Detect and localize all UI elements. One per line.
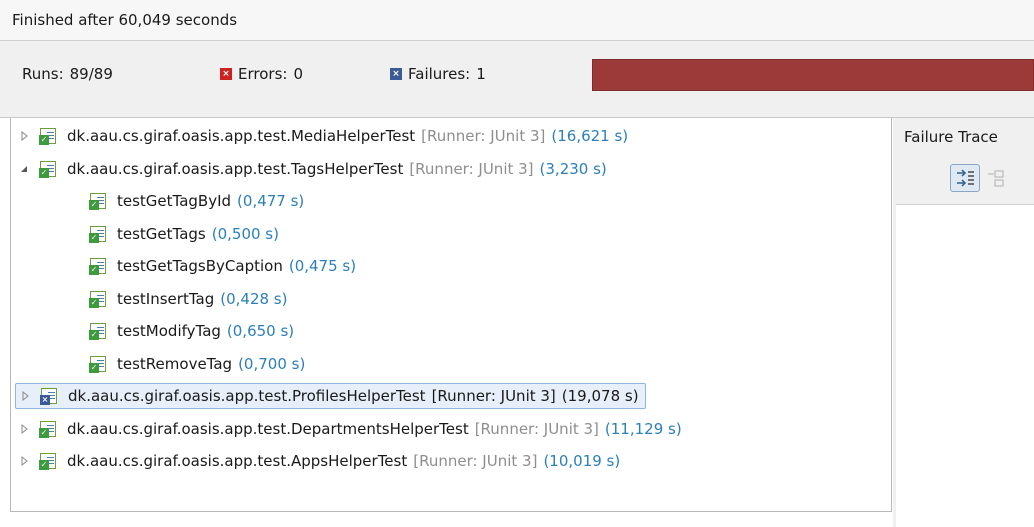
test-case-icon: ✓: [89, 225, 107, 243]
error-icon: ×: [220, 68, 232, 80]
duration-label: (0,428 s): [220, 289, 288, 308]
test-case-row[interactable]: ✓ testModifyTag (0,650 s): [89, 318, 294, 344]
test-case-row[interactable]: ✓ testGetTagById (0,477 s): [89, 188, 304, 214]
test-name: dk.aau.cs.giraf.oasis.app.test.AppsHelpe…: [67, 452, 408, 470]
status-message: Finished after 60,049 seconds: [12, 11, 238, 29]
test-tree[interactable]: ✓ dk.aau.cs.giraf.oasis.app.test.MediaHel…: [10, 118, 892, 512]
failure-trace-pane: Failure Trace: [896, 118, 1034, 527]
test-suite-icon: ✓: [39, 420, 57, 438]
test-name: testGetTagById: [117, 192, 232, 210]
duration-label: (3,230 s): [539, 159, 607, 178]
test-case-icon: ✓: [89, 290, 107, 308]
compare-result-button[interactable]: [986, 168, 1006, 190]
test-name: dk.aau.cs.giraf.oasis.app.test.Departmen…: [67, 419, 469, 438]
duration-label: (19,078 s): [561, 387, 639, 405]
duration-label: (16,621 s): [551, 127, 629, 145]
test-suite-icon: ✓: [39, 160, 57, 178]
failures-label: Failures:: [408, 65, 471, 83]
failure-trace-header: Failure Trace: [896, 118, 1034, 205]
test-case-icon: ✓: [89, 192, 107, 210]
runs-count: Runs: 89/89: [22, 65, 113, 83]
test-name: testRemoveTag: [117, 354, 233, 373]
test-case-row[interactable]: ✓ testRemoveTag (0,700 s): [89, 351, 305, 377]
runner-label: [Runner: JUnit 3]: [431, 387, 556, 405]
test-suite-icon: ✓: [39, 452, 57, 470]
test-suite-row[interactable]: ✓ dk.aau.cs.giraf.oasis.app.test.TagsHelp…: [15, 156, 607, 182]
collapse-arrow-icon[interactable]: [15, 156, 33, 182]
failure-icon: ×: [390, 68, 402, 80]
test-name: dk.aau.cs.giraf.oasis.app.test.ProfilesH…: [68, 387, 426, 405]
status-bar: Finished after 60,049 seconds: [0, 0, 1034, 41]
progress-bar: [592, 59, 1034, 91]
test-name: testGetTagsByCaption: [117, 257, 283, 275]
test-case-row[interactable]: ✓ testGetTags (0,500 s): [89, 221, 279, 247]
runner-label: [Runner: JUnit 3]: [413, 452, 538, 470]
duration-label: (0,650 s): [226, 322, 295, 340]
test-case-icon: ✓: [89, 322, 107, 340]
expand-arrow-icon[interactable]: [15, 123, 33, 149]
test-case-icon: ✓: [89, 355, 107, 373]
runner-label: [Runner: JUnit 3]: [421, 127, 546, 145]
test-suite-row[interactable]: ✓ dk.aau.cs.giraf.oasis.app.test.Departme…: [15, 416, 682, 442]
errors-value: 0: [293, 65, 303, 83]
test-suite-icon: ✓: [39, 127, 57, 145]
duration-label: (0,477 s): [237, 192, 305, 210]
duration-label: (0,475 s): [288, 257, 357, 275]
errors-count: × Errors: 0: [220, 65, 303, 83]
failure-trace-title: Failure Trace: [904, 128, 998, 146]
duration-label: (10,019 s): [543, 452, 621, 470]
test-case-row[interactable]: ✓ testGetTagsByCaption (0,475 s): [89, 253, 356, 279]
failures-count: × Failures: 1: [390, 65, 486, 83]
duration-label: (0,700 s): [238, 354, 306, 373]
test-name: dk.aau.cs.giraf.oasis.app.test.MediaHelp…: [67, 127, 416, 145]
expand-arrow-icon[interactable]: [15, 416, 33, 442]
counts-area: Runs: 89/89 × Errors: 0 × Failures: 1: [0, 41, 1034, 118]
test-name: testGetTags: [117, 224, 206, 243]
compare-icon: [988, 170, 1004, 187]
runs-value: 89/89: [69, 65, 113, 83]
errors-label: Errors:: [238, 65, 288, 83]
test-suite-row[interactable]: ✓ dk.aau.cs.giraf.oasis.app.test.AppsHelp…: [15, 448, 620, 474]
test-case-row[interactable]: ✓ testInsertTag (0,428 s): [89, 286, 287, 312]
failures-value: 1: [476, 65, 486, 83]
test-name: testInsertTag: [117, 289, 215, 308]
runner-label: [Runner: JUnit 3]: [409, 159, 534, 178]
test-suite-icon: ×: [40, 387, 58, 405]
duration-label: (0,500 s): [211, 224, 279, 243]
filter-stack-button[interactable]: [950, 164, 980, 192]
duration-label: (11,129 s): [604, 419, 682, 438]
test-suite-row[interactable]: × dk.aau.cs.giraf.oasis.app.test.Profiles…: [15, 383, 646, 409]
test-case-icon: ✓: [89, 257, 107, 275]
expand-arrow-icon[interactable]: [16, 383, 34, 409]
test-name: testModifyTag: [117, 322, 221, 340]
runner-label: [Runner: JUnit 3]: [474, 419, 599, 438]
filter-stack-icon: [957, 169, 974, 187]
test-name: dk.aau.cs.giraf.oasis.app.test.TagsHelpe…: [67, 159, 404, 178]
expand-arrow-icon[interactable]: [15, 448, 33, 474]
test-suite-row[interactable]: ✓ dk.aau.cs.giraf.oasis.app.test.MediaHel…: [15, 123, 628, 149]
runs-label: Runs:: [22, 65, 64, 83]
